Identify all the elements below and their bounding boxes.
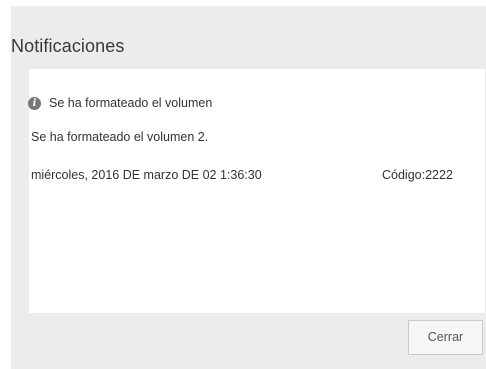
notification-heading: i Se ha formateado el volumen [28, 96, 212, 110]
notification-heading-text: Se ha formateado el volumen [49, 96, 213, 110]
dialog-title: Notificaciones [11, 36, 125, 56]
notification-body: Se ha formateado el volumen 2. [31, 130, 209, 144]
notification-date: miércoles, 2016 DE marzo DE 02 1:36:30 [31, 168, 262, 182]
info-icon: i [28, 96, 41, 110]
notifications-dialog: Notificaciones i Se ha formateado el vol… [11, 6, 486, 369]
close-button[interactable]: Cerrar [408, 320, 483, 355]
notification-code: Código:2222 [382, 168, 453, 182]
